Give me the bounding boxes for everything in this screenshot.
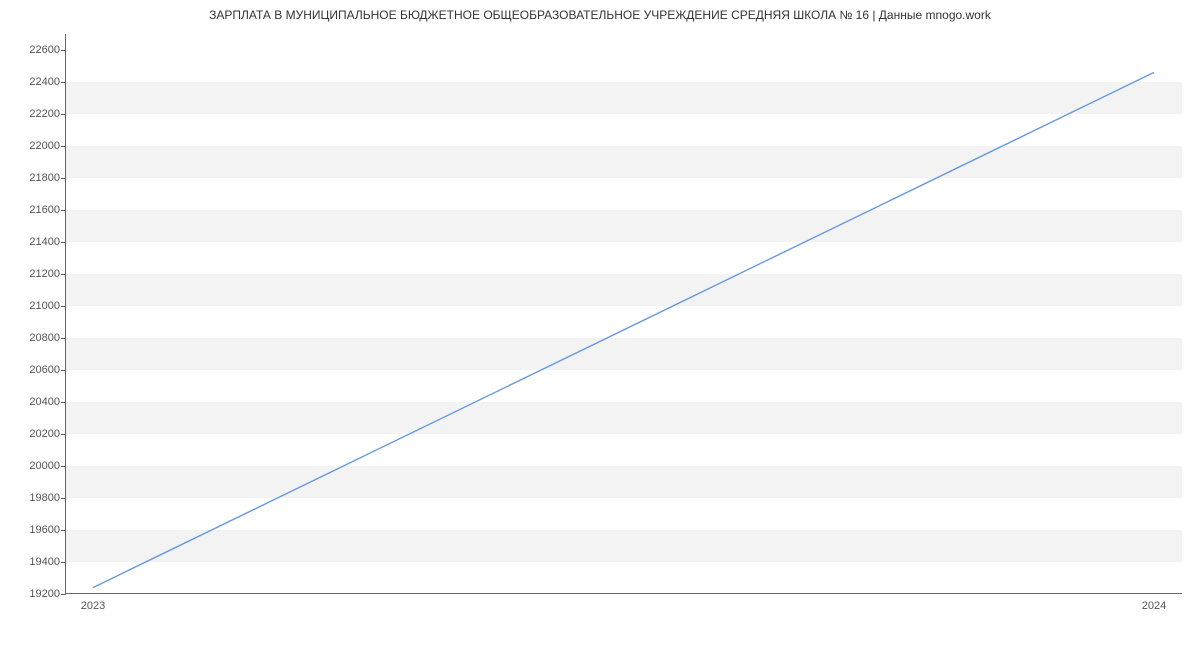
y-tick-label: 19800 (5, 492, 60, 504)
y-tick-label: 20200 (5, 428, 60, 440)
y-tick-mark (61, 210, 66, 211)
y-tick-mark (61, 530, 66, 531)
chart-container: ЗАРПЛАТА В МУНИЦИПАЛЬНОЕ БЮДЖЕТНОЕ ОБЩЕО… (0, 0, 1200, 650)
y-tick-mark (61, 82, 66, 83)
y-tick-mark (61, 434, 66, 435)
y-tick-label: 20800 (5, 332, 60, 344)
y-tick-label: 20400 (5, 396, 60, 408)
y-tick-mark (61, 114, 66, 115)
y-tick-mark (61, 274, 66, 275)
y-tick-label: 22200 (5, 108, 60, 120)
grid-band (66, 210, 1182, 242)
grid-band (66, 274, 1182, 306)
y-tick-mark (61, 338, 66, 339)
y-tick-mark (61, 370, 66, 371)
y-tick-label: 20600 (5, 364, 60, 376)
y-tick-label: 19600 (5, 524, 60, 536)
y-tick-mark (61, 562, 66, 563)
y-tick-mark (61, 306, 66, 307)
y-tick-label: 19400 (5, 556, 60, 568)
y-tick-label: 22000 (5, 140, 60, 152)
plot-area (65, 34, 1182, 594)
y-tick-label: 21400 (5, 236, 60, 248)
grid-band (66, 466, 1182, 498)
grid-band (66, 402, 1182, 434)
x-tick-label: 2023 (81, 600, 105, 612)
y-tick-label: 22600 (5, 44, 60, 56)
y-tick-mark (61, 50, 66, 51)
y-tick-label: 21000 (5, 300, 60, 312)
y-tick-label: 21600 (5, 204, 60, 216)
x-tick-label: 2024 (1142, 600, 1166, 612)
y-tick-mark (61, 594, 66, 595)
y-tick-label: 20000 (5, 460, 60, 472)
grid-band (66, 530, 1182, 562)
grid-band (66, 146, 1182, 178)
y-tick-label: 21200 (5, 268, 60, 280)
grid-band (66, 338, 1182, 370)
y-tick-label: 22400 (5, 76, 60, 88)
y-tick-label: 19200 (5, 588, 60, 600)
y-tick-mark (61, 466, 66, 467)
chart-title: ЗАРПЛАТА В МУНИЦИПАЛЬНОЕ БЮДЖЕТНОЕ ОБЩЕО… (0, 8, 1200, 22)
y-tick-label: 21800 (5, 172, 60, 184)
y-tick-mark (61, 146, 66, 147)
grid-band (66, 82, 1182, 114)
y-tick-mark (61, 242, 66, 243)
y-tick-mark (61, 402, 66, 403)
y-tick-mark (61, 498, 66, 499)
y-tick-mark (61, 178, 66, 179)
